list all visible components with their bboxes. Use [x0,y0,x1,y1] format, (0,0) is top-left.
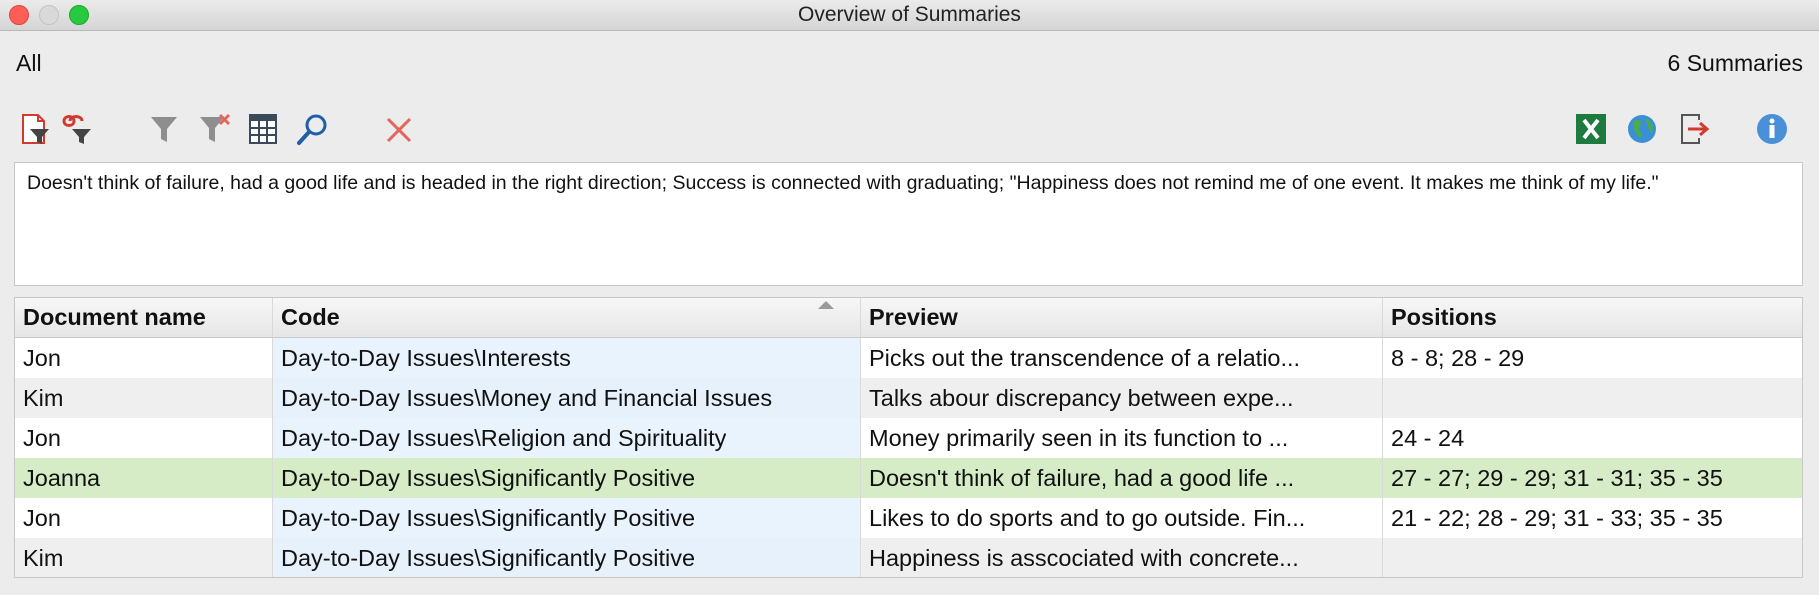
cell-preview: Talks abour discrepancy between expe... [861,378,1383,418]
delete-icon[interactable] [382,112,416,146]
cell-code: Day-to-Day Issues\Money and Financial Is… [273,378,861,418]
cell-positions: 27 - 27; 29 - 29; 31 - 31; 35 - 35 [1383,458,1802,498]
cell-preview: Picks out the transcendence of a relatio… [861,338,1383,378]
cell-code: Day-to-Day Issues\Significantly Positive [273,458,861,498]
export-icon[interactable] [1677,112,1711,146]
cell-preview: Doesn't think of failure, had a good lif… [861,458,1383,498]
cell-code: Day-to-Day Issues\Significantly Positive [273,498,861,538]
cell-document-name: Jon [15,498,273,538]
column-header-positions[interactable]: Positions [1383,298,1802,337]
search-icon[interactable] [296,112,330,146]
cell-positions: 8 - 8; 28 - 29 [1391,344,1525,371]
column-header-document-name[interactable]: Document name [15,298,273,337]
cell-document-name: Kim [15,378,273,418]
cell-preview: Money primarily seen in its function to … [861,418,1383,458]
table-row[interactable]: Jon Day-to-Day Issues\Religion and Spiri… [15,418,1802,458]
cell-code: Day-to-Day Issues\Religion and Spiritual… [273,418,861,458]
clear-filter-icon[interactable] [198,112,232,146]
window-title: Overview of Summaries [798,3,1021,26]
window-controls [9,5,89,25]
zoom-window-button[interactable] [69,5,89,25]
table-row[interactable]: Jon Day-to-Day Issues\Interests Picks ou… [15,338,1802,378]
cell-document-name: Jon [15,418,273,458]
table-row[interactable]: Kim Day-to-Day Issues\Money and Financia… [15,378,1802,418]
close-window-button[interactable] [9,5,29,25]
column-header-code[interactable]: Code [273,298,861,337]
summary-count: 6 Summaries [1667,50,1803,76]
cell-preview: Likes to do sports and to go outside. Fi… [861,498,1383,538]
table-header-row: Document name Code Preview Positions [15,298,1802,338]
filter-label: All [16,50,42,76]
cell-document-name: Kim [15,538,273,577]
cell-document-name: Jon [15,338,273,378]
cell-positions: 24 - 24 [1391,424,1465,451]
cell-preview: Happiness is asscociated with concrete..… [861,538,1383,577]
table-row-selected[interactable]: Joanna Day-to-Day Issues\Significantly P… [15,458,1802,498]
summaries-window: Overview of Summaries All 6 Summaries Do… [0,0,1819,595]
cell-positions [1383,378,1802,418]
sort-ascending-icon [818,301,834,309]
title-bar[interactable]: Overview of Summaries [0,0,1819,31]
column-header-preview[interactable]: Preview [861,298,1383,337]
columns-icon[interactable] [246,112,280,146]
excel-export-icon[interactable] [1574,112,1608,146]
minimize-window-button[interactable] [39,5,59,25]
filter-icon[interactable] [148,112,182,146]
cell-document-name: Joanna [15,458,273,498]
summaries-table: Document name Code Preview Positions Jon… [14,297,1803,578]
table-row[interactable]: Jon Day-to-Day Issues\Significantly Posi… [15,498,1802,538]
link-filter-icon[interactable] [60,112,94,146]
info-icon[interactable] [1755,112,1789,146]
cell-code: Day-to-Day Issues\Significantly Positive [273,538,861,577]
cell-code: Day-to-Day Issues\Interests [273,338,861,378]
cell-positions: 21 - 22; 28 - 29; 31 - 33; 35 - 35 [1391,504,1723,531]
cell-positions [1383,538,1802,577]
summary-text-area[interactable]: Doesn't think of failure, had a good lif… [14,162,1803,286]
table-row[interactable]: Kim Day-to-Day Issues\Significantly Posi… [15,538,1802,577]
document-filter-icon[interactable] [18,112,52,146]
globe-export-icon[interactable] [1625,112,1659,146]
